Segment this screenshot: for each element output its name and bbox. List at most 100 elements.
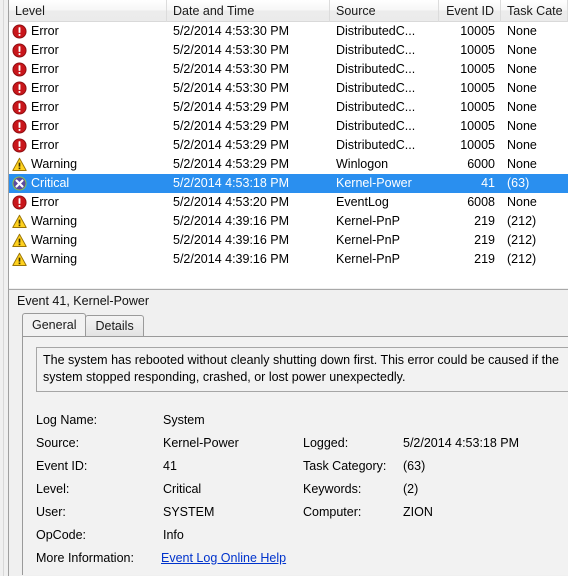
error-icon <box>12 119 27 134</box>
table-row[interactable]: Warning 5/2/2014 4:39:16 PM Kernel-PnP 219 (… <box>9 212 568 231</box>
table-row[interactable]: Error 5/2/2014 4:53:20 PM EventLog 6008 None <box>9 193 568 212</box>
table-row[interactable]: Error 5/2/2014 4:53:30 PM DistributedC... 1… <box>9 79 568 98</box>
cell-level: Error <box>9 98 167 117</box>
more-information-label: More Information: <box>36 551 134 565</box>
table-row[interactable]: Error 5/2/2014 4:53:30 PM DistributedC... 1… <box>9 60 568 79</box>
table-row[interactable]: Error 5/2/2014 4:53:29 PM DistributedC... 1… <box>9 98 568 117</box>
level-label: Warning <box>31 157 78 171</box>
cell-source: DistributedC... <box>336 119 416 133</box>
cell-event_id: 10005 <box>460 138 495 152</box>
table-row[interactable]: Error 5/2/2014 4:53:30 PM DistributedC... 1… <box>9 41 568 60</box>
cell-level: Error <box>9 79 167 98</box>
detail-tab-body: The system has rebooted without cleanly … <box>22 336 568 575</box>
tab-details[interactable]: Details <box>85 315 144 336</box>
field-row: Logged: 5/2/2014 4:53:18 PM <box>23 432 568 455</box>
event-viewer-window: Level Date and Time Source Event ID Task Cat… <box>0 0 568 576</box>
cell-event_id: 219 <box>474 233 495 247</box>
table-row[interactable]: Warning 5/2/2014 4:39:16 PM Kernel-PnP 219 (… <box>9 231 568 250</box>
level-label: Warning <box>31 214 78 228</box>
cell-level: Error <box>9 60 167 79</box>
cell-task_category: None <box>507 138 537 152</box>
tab-general[interactable]: General <box>22 313 87 336</box>
field-value: ZION <box>403 505 433 519</box>
column-header-level[interactable]: Level <box>9 0 167 22</box>
cell-level: Warning <box>9 250 167 269</box>
cell-datetime: 5/2/2014 4:53:18 PM <box>173 176 290 190</box>
pane-splitter-left <box>0 0 9 576</box>
table-row[interactable]: Error 5/2/2014 4:53:29 PM DistributedC... 1… <box>9 117 568 136</box>
cell-task_category: None <box>507 119 537 133</box>
field-row: Task Category: (63) <box>23 455 568 478</box>
field-label: Logged: <box>303 436 349 450</box>
table-row[interactable]: Critical 5/2/2014 4:53:18 PM Kernel-Power 4… <box>9 174 568 193</box>
cell-datetime: 5/2/2014 4:53:30 PM <box>173 62 290 76</box>
cell-level: Critical <box>9 174 167 193</box>
field-label: Computer: <box>303 505 362 519</box>
event-list-pane: Level Date and Time Source Event ID Task Cat… <box>9 0 568 288</box>
warning-icon <box>12 233 27 247</box>
cell-datetime: 5/2/2014 4:53:30 PM <box>173 81 290 95</box>
error-icon <box>12 81 27 96</box>
level-label: Error <box>31 62 59 76</box>
cell-source: Kernel-PnP <box>336 233 400 247</box>
cell-level: Error <box>9 41 167 60</box>
cell-datetime: 5/2/2014 4:39:16 PM <box>173 214 290 228</box>
column-header-source[interactable]: Source <box>330 0 439 22</box>
cell-task_category: None <box>507 24 537 38</box>
table-row[interactable]: Error 5/2/2014 4:53:29 PM DistributedC... 1… <box>9 136 568 155</box>
cell-event_id: 41 <box>481 176 495 190</box>
error-icon <box>12 62 27 77</box>
cell-event_id: 219 <box>474 252 495 266</box>
level-label: Warning <box>31 233 78 247</box>
event-message-box[interactable]: The system has rebooted without cleanly … <box>36 347 568 392</box>
field-row: Computer: ZION <box>23 501 568 524</box>
field-row: OpCode: Info <box>23 524 568 547</box>
cell-datetime: 5/2/2014 4:39:16 PM <box>173 252 290 266</box>
event-list-rows[interactable]: Error 5/2/2014 4:53:30 PM DistributedC... 1… <box>9 22 568 269</box>
warning-icon <box>12 252 27 266</box>
cell-source: EventLog <box>336 195 389 209</box>
column-header-task_category[interactable]: Task Cate <box>501 0 568 22</box>
error-icon <box>12 195 27 210</box>
column-header-datetime[interactable]: Date and Time <box>167 0 330 22</box>
splitter-line <box>3 0 4 576</box>
critical-icon <box>12 176 27 191</box>
cell-datetime: 5/2/2014 4:53:30 PM <box>173 43 290 57</box>
cell-event_id: 10005 <box>460 81 495 95</box>
cell-source: Kernel-PnP <box>336 252 400 266</box>
cell-event_id: 10005 <box>460 119 495 133</box>
detail-tabstrip: General Details <box>22 313 568 336</box>
field-label: Keywords: <box>303 482 362 496</box>
field-value: (63) <box>403 459 426 473</box>
cell-event_id: 10005 <box>460 43 495 57</box>
cell-datetime: 5/2/2014 4:53:29 PM <box>173 119 290 133</box>
cell-event_id: 10005 <box>460 100 495 114</box>
column-header-event_id[interactable]: Event ID <box>439 0 501 22</box>
cell-event_id: 10005 <box>460 62 495 76</box>
cell-task_category: None <box>507 157 537 171</box>
cell-source: Winlogon <box>336 157 389 171</box>
level-label: Error <box>31 119 59 133</box>
cell-level: Warning <box>9 155 167 174</box>
field-row: Log Name: System <box>23 409 568 432</box>
level-label: Error <box>31 81 59 95</box>
cell-datetime: 5/2/2014 4:53:29 PM <box>173 138 290 152</box>
event-log-online-help-link[interactable]: Event Log Online Help <box>161 547 286 570</box>
cell-source: Kernel-PnP <box>336 214 400 228</box>
event-detail-pane: Event 41, Kernel-Power General Details Th… <box>9 289 568 576</box>
cell-level: Error <box>9 22 167 41</box>
level-label: Error <box>31 100 59 114</box>
table-row[interactable]: Warning 5/2/2014 4:39:16 PM Kernel-PnP 219 (… <box>9 250 568 269</box>
level-label: Warning <box>31 252 78 266</box>
cell-task_category: (212) <box>507 252 537 266</box>
cell-task_category: (212) <box>507 233 537 247</box>
cell-event_id: 10005 <box>460 24 495 38</box>
cell-task_category: None <box>507 195 537 209</box>
table-row[interactable]: Warning 5/2/2014 4:53:29 PM Winlogon 6000 No… <box>9 155 568 174</box>
field-row: Keywords: (2) <box>23 478 568 501</box>
field-label: OpCode: <box>36 528 87 542</box>
warning-icon <box>12 214 27 228</box>
table-row[interactable]: Error 5/2/2014 4:53:30 PM DistributedC... 1… <box>9 22 568 41</box>
cell-level: Error <box>9 193 167 212</box>
cell-level: Error <box>9 117 167 136</box>
